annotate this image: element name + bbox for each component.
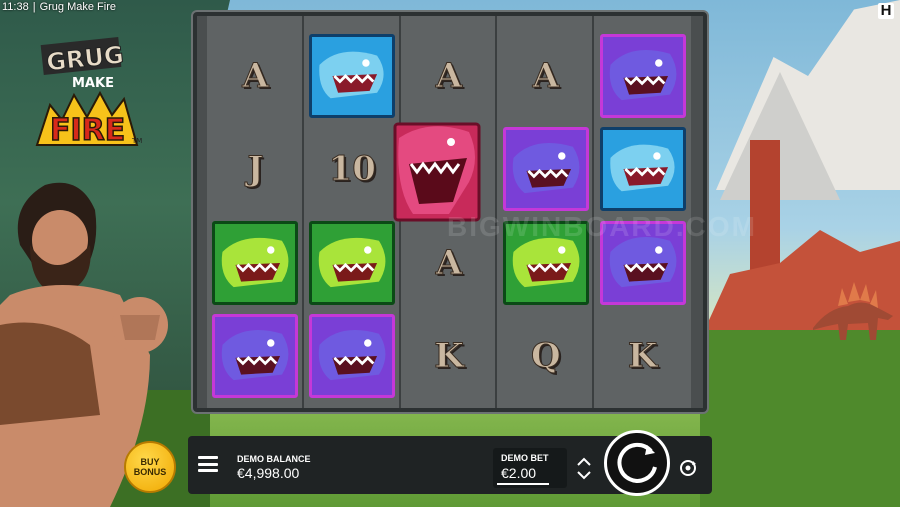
balance-value: €4,998.00 xyxy=(237,465,300,481)
grass-right xyxy=(700,330,900,507)
spin-button[interactable] xyxy=(604,430,670,496)
clock-time: 11:38 xyxy=(2,1,29,13)
symbol-letter: J xyxy=(247,149,264,190)
grug-make-fire-logo: GRUG MAKE FIRE TM xyxy=(35,37,142,149)
purple-dino-symbol xyxy=(502,127,589,212)
cell-r3c4: K xyxy=(594,310,691,404)
green-dino-symbol xyxy=(309,220,396,305)
cell-r1c1: 10 xyxy=(304,123,401,217)
reel-frame: A A A J 10 A K Q K BIGWINBOARD.COM xyxy=(193,12,755,412)
logo-line3: FIRE xyxy=(50,113,125,148)
cell-r3c3: Q xyxy=(497,310,594,404)
red-dino-symbol xyxy=(393,122,481,222)
cell-r1c4 xyxy=(594,123,691,217)
hacksaw-logo-icon: H xyxy=(878,3,894,19)
status-separator: | xyxy=(32,1,36,13)
bet-label: DEMO BET xyxy=(501,453,549,463)
hamburger-menu-icon[interactable] xyxy=(198,456,218,472)
balance-label: DEMO BALANCE xyxy=(237,454,311,464)
bet-display[interactable]: DEMO BET €2.00 xyxy=(493,448,567,488)
cell-r0c4 xyxy=(594,29,691,123)
purple-dino-symbol xyxy=(309,314,396,399)
purple-dino-symbol xyxy=(599,33,686,118)
symbol-letter: K xyxy=(434,336,465,377)
symbol-letter: K xyxy=(627,336,658,377)
watermark: BIGWINBOARD.COM xyxy=(447,211,757,242)
chevron-down-icon[interactable] xyxy=(577,470,591,480)
cell-r0c0: A xyxy=(207,29,304,123)
status-bar: 11:38 | Grug Make Fire xyxy=(0,0,116,14)
bet-stepper xyxy=(572,448,596,488)
stegosaurus-silhouette xyxy=(813,282,893,340)
buy-bonus-label: BUY BONUS xyxy=(133,457,167,477)
symbol-letter: A xyxy=(435,55,463,96)
cell-r2c1 xyxy=(304,216,401,310)
logo-line2: MAKE xyxy=(72,76,114,91)
symbol-letter: 10 xyxy=(328,149,376,190)
logo-tm: TM xyxy=(131,137,142,145)
blue-dino-symbol xyxy=(599,127,686,212)
cell-r3c0 xyxy=(207,310,304,404)
buy-bonus-button[interactable]: BUY BONUS xyxy=(124,441,176,493)
cell-r3c1 xyxy=(304,310,401,404)
bet-underline xyxy=(497,483,549,485)
app-title: Grug Make Fire xyxy=(39,1,116,13)
cell-r3c2: K xyxy=(401,310,498,404)
cell-r1c0: J xyxy=(207,123,304,217)
cell-r0c3: A xyxy=(497,29,594,123)
autoplay-icon[interactable] xyxy=(678,458,698,478)
bet-value: €2.00 xyxy=(501,465,537,481)
cell-r2c0 xyxy=(207,216,304,310)
cell-r0c2: A xyxy=(401,29,498,123)
control-bar: DEMO BALANCE €4,998.00 DEMO BET €2.00 xyxy=(188,430,712,496)
chevron-up-icon[interactable] xyxy=(577,457,591,466)
blue-dino-symbol xyxy=(309,33,396,118)
green-dino-symbol xyxy=(212,220,299,305)
cell-r0c1 xyxy=(304,29,401,123)
spin-arrow-icon xyxy=(617,442,657,483)
symbol-letter: A xyxy=(435,242,463,283)
cell-r1c3 xyxy=(497,123,594,217)
symbol-letter: A xyxy=(242,55,269,96)
symbol-letter: A xyxy=(532,55,559,96)
purple-dino-symbol xyxy=(212,314,299,399)
symbol-letter: Q xyxy=(530,336,561,377)
